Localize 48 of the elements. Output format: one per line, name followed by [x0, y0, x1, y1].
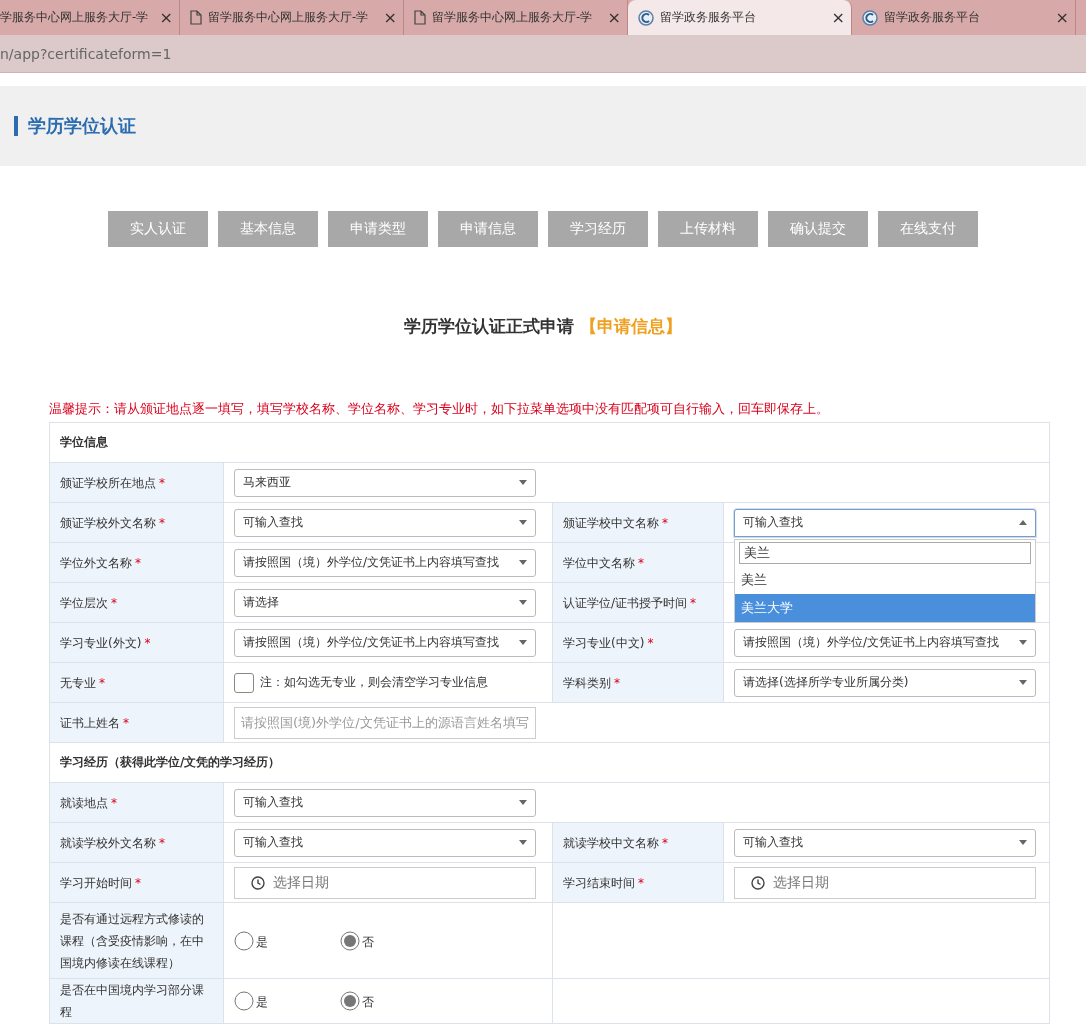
field-label: 就读地点 *: [60, 795, 117, 810]
field-label: 学位层次 *: [60, 595, 117, 610]
field-label: 学位外文名称 *: [60, 555, 141, 570]
select-field[interactable]: 可输入查找: [734, 828, 1036, 857]
radio-label: 否: [362, 994, 374, 1011]
field-label: 颁证学校外文名称 *: [60, 515, 165, 530]
search-field[interactable]: 美兰: [739, 541, 1031, 564]
field-label: 无专业 *: [60, 675, 105, 690]
field-label: 颁证学校中文名称 *: [563, 515, 668, 530]
section-title: 学位信息: [59, 434, 109, 451]
field-label: 学习开始时间 *: [60, 875, 141, 890]
form-title: 学历学位认证正式申请 【申请信息】: [403, 315, 683, 338]
field-label: 就读学校外文名称 *: [60, 835, 165, 850]
notice-text: 温馨提示：请从颁证地点逐一填写，填写学校名称、学位名称、学习专业时，如下拉菜单选项中没有匹配项可自行输入，回车即保存上。: [49, 400, 830, 418]
select-field[interactable]: 马来西亚: [234, 468, 536, 497]
address-text[interactable]: n/app?certificateform=1: [0, 45, 172, 62]
section-title: 学习经历（获得此学位/文凭的学习经历）: [59, 754, 282, 771]
select-field[interactable]: 可输入查找: [234, 788, 536, 817]
select-field[interactable]: 请按照国（境）外学位/文凭证书上内容填写查找: [734, 628, 1036, 657]
radio-label: 是: [256, 933, 268, 951]
field-label: 学习专业(外文) *: [60, 635, 151, 650]
field-label: 颁证学校所在地点 *: [60, 475, 165, 490]
dropdown-option[interactable]: 美兰大学: [735, 593, 1035, 622]
field-label: 认证学位/证书授予时间 *: [563, 595, 697, 610]
field-label: 学科类别 *: [563, 675, 620, 690]
page-title: 学历学位认证: [14, 116, 136, 136]
date-field[interactable]: 选择日期: [234, 866, 536, 899]
select-field[interactable]: 请按照国（境）外学位/文凭证书上内容填写查找: [234, 628, 536, 657]
field-label: 就读学校中文名称 *: [563, 835, 668, 850]
radio-label: 是: [256, 994, 268, 1011]
select-field[interactable]: 可输入查找: [234, 828, 536, 857]
note-text: 注：如勾选无专业，则会清空学习专业信息: [260, 674, 488, 691]
browser-tab[interactable]: 留学政务服务平台 ×: [628, 0, 852, 35]
select-field[interactable]: 请按照国（境）外学位/文凭证书上内容填写查找: [234, 548, 536, 577]
field-label: 是否有通过远程方式修读的课程（含受疫情影响，在中国境内修读在线课程）: [60, 911, 204, 970]
field-label: 学习结束时间 *: [563, 875, 644, 890]
select-field[interactable]: 可输入查找: [234, 508, 536, 537]
field-label: 是否在中国境内学习部分课程: [60, 983, 204, 1019]
radio-label: 否: [362, 933, 374, 951]
field-label: 学位中文名称 *: [563, 555, 644, 570]
field-label: 证书上姓名 *: [60, 715, 129, 730]
select-field[interactable]: 请选择: [234, 588, 536, 617]
date-field[interactable]: 选择日期: [734, 866, 1036, 899]
select-field[interactable]: 可输入查找: [734, 508, 1036, 537]
name-field[interactable]: 请按照国(境)外学位/文凭证书上的源语言姓名填写: [234, 706, 536, 739]
dropdown-option[interactable]: 美兰: [735, 565, 1035, 594]
field-label: 学习专业(中文) *: [563, 635, 654, 650]
select-field[interactable]: 请选择(选择所学专业所属分类): [734, 668, 1036, 697]
